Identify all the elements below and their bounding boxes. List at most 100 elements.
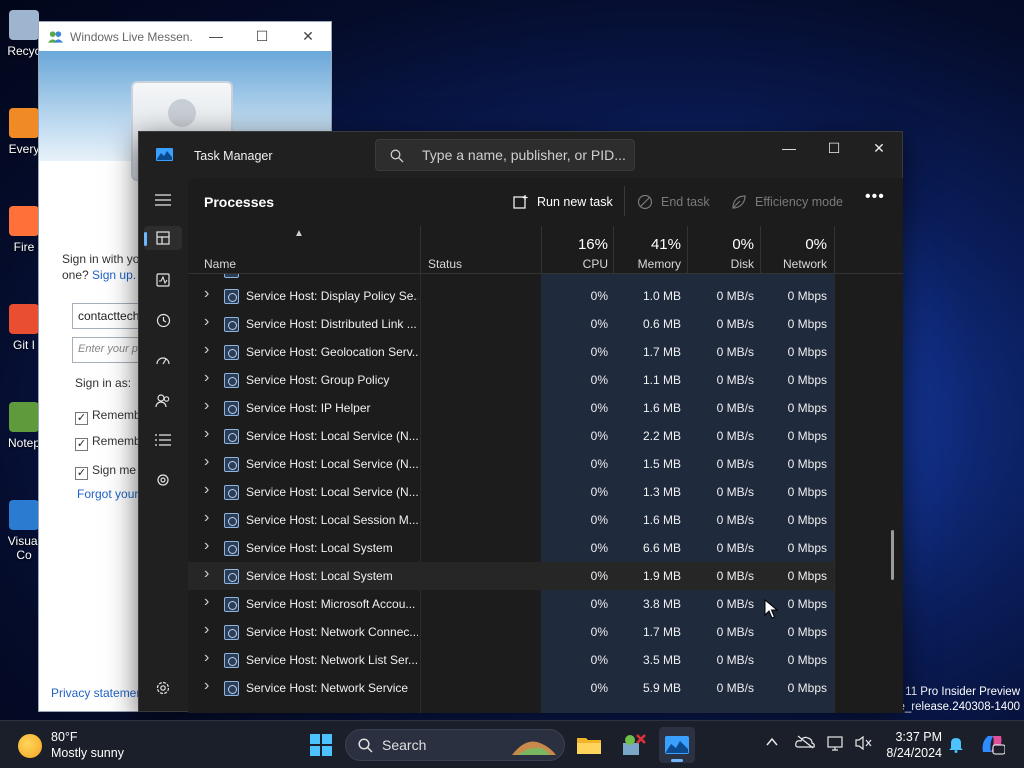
column-status[interactable]: Status — [428, 257, 462, 271]
table-row[interactable]: › Service Host: Distributed Link ... 0% 0.6… — [188, 310, 834, 338]
column-network[interactable]: Network — [760, 257, 827, 271]
more-options-button[interactable]: ••• — [865, 188, 885, 206]
table-row[interactable]: › Service Host: Group Policy 0% 1.1 MB 0 MB/… — [188, 366, 834, 394]
performance-icon — [156, 273, 170, 287]
service-host-icon — [224, 401, 239, 416]
privacy-statement-link[interactable]: Privacy statemen — [51, 686, 139, 700]
process-disk: 0 MB/s — [716, 653, 754, 667]
expand-chevron-icon[interactable]: › — [204, 313, 214, 331]
volume-muted-icon — [855, 735, 872, 751]
weather-widget[interactable]: 80°F Mostly sunny — [18, 729, 124, 761]
expand-chevron-icon[interactable]: › — [204, 677, 214, 695]
copilot-button[interactable] — [979, 732, 1006, 760]
hamburger-menu-button[interactable] — [151, 188, 175, 212]
nav-services[interactable] — [151, 468, 175, 492]
table-row[interactable]: › Service Host: IP Helper 0% 1.6 MB 0 MB/s 0 … — [188, 394, 834, 422]
table-row[interactable]: › Service Host: Local Session M... 0% 1.6 M… — [188, 506, 834, 534]
process-network: 0 Mbps — [787, 625, 827, 639]
table-row[interactable]: › Service Host: Network List Ser... 0% 3.5 … — [188, 646, 834, 674]
service-host-icon — [224, 681, 239, 696]
close-button[interactable]: ✕ — [856, 134, 902, 162]
onedrive-button[interactable] — [795, 735, 815, 753]
search-placeholder: Type a name, publisher, or PID... — [422, 147, 626, 163]
checkbox-checked-icon: ✓ — [75, 412, 88, 425]
table-row[interactable]: › Service Host: Local System 0% 1.9 MB 0 MB/… — [188, 562, 834, 590]
minimize-button[interactable]: — — [766, 134, 812, 162]
expand-chevron-icon[interactable]: › — [204, 425, 214, 443]
messenger-titlebar[interactable]: Windows Live Messen... — ☐ ✕ — [39, 22, 331, 51]
process-memory: 1.1 MB — [642, 373, 681, 387]
table-row[interactable]: › Service Host: Local Service (N... 0% 1.3 … — [188, 478, 834, 506]
table-row[interactable]: › Service Host: Microsoft Accou... 0% 3.8 M… — [188, 590, 834, 618]
nav-processes[interactable] — [144, 226, 182, 250]
task-manager-taskbar-button[interactable] — [659, 727, 695, 763]
task-manager-logo-icon — [156, 148, 173, 161]
display-button[interactable] — [827, 735, 845, 755]
scrollbar-thumb[interactable] — [891, 530, 894, 580]
maximize-button[interactable]: ☐ — [811, 134, 857, 162]
clock[interactable]: 3:37 PM 8/24/2024 — [884, 729, 942, 761]
expand-chevron-icon[interactable]: › — [204, 481, 214, 499]
expand-chevron-icon[interactable]: › — [204, 649, 214, 667]
column-memory[interactable]: Memory — [613, 257, 681, 271]
process-cpu: 0% — [590, 401, 608, 415]
start-button[interactable] — [303, 727, 339, 763]
expand-chevron-icon[interactable]: › — [204, 397, 214, 415]
table-row[interactable]: › Service Host: Network Connec... 0% 1.7 MB… — [188, 618, 834, 646]
remember-password-checkbox[interactable]: ✓ Rememb — [75, 434, 141, 451]
processes-icon — [156, 231, 170, 245]
expand-chevron-icon[interactable]: › — [204, 285, 214, 303]
run-new-task-button[interactable]: Run new task — [513, 194, 613, 210]
column-name[interactable]: Name — [204, 257, 236, 271]
efficiency-mode-label: Efficiency mode — [755, 195, 844, 209]
process-memory: 6.6 MB — [642, 541, 681, 555]
expand-chevron-icon[interactable]: › — [204, 537, 214, 555]
table-row[interactable]: › Service Host: Display Policy Se... 0% 1.0… — [188, 282, 834, 310]
sign-me-in-checkbox[interactable]: ✓ Sign me — [75, 463, 141, 480]
volume-button[interactable] — [855, 735, 873, 755]
column-disk[interactable]: Disk — [687, 257, 754, 271]
expand-chevron-icon[interactable]: › — [204, 621, 214, 639]
table-row[interactable]: › Service Host: Network Service 0% 5.9 MB 0 … — [188, 674, 834, 702]
file-explorer-button[interactable] — [571, 727, 607, 763]
show-hidden-icons-button[interactable] — [765, 735, 779, 753]
process-network: 0 Mbps — [787, 485, 827, 499]
messenger-close-button[interactable]: ✕ — [285, 28, 331, 45]
expand-chevron-icon[interactable]: › — [204, 509, 214, 527]
remember-me-checkbox[interactable]: ✓ Rememb — [75, 408, 141, 425]
task-manager-titlebar[interactable]: Task Manager Type a name, publisher, or … — [139, 132, 902, 178]
copilot-icon — [982, 736, 1006, 755]
column-headers: ▲ Name Status 16% CPU 41% Memory 0% Disk… — [188, 226, 903, 274]
table-row[interactable]: › Service Host: Local Service (N... 0% 2.2 … — [188, 422, 834, 450]
expand-chevron-icon[interactable]: › — [204, 593, 214, 611]
table-row[interactable]: › Service Host: Geolocation Serv... 0% 1.7 … — [188, 338, 834, 366]
expand-chevron-icon[interactable]: › — [204, 341, 214, 359]
messenger-maximize-button[interactable]: ☐ — [239, 28, 285, 45]
nav-details[interactable] — [151, 428, 175, 452]
notifications-button[interactable] — [948, 735, 964, 757]
table-row[interactable]: › Service Host: Local System 0% 6.6 MB 0 MB/… — [188, 534, 834, 562]
column-cpu[interactable]: CPU — [541, 257, 608, 271]
task-manager-window[interactable]: Task Manager Type a name, publisher, or … — [138, 131, 903, 713]
nav-performance[interactable] — [151, 268, 175, 292]
nav-app-history[interactable] — [151, 308, 175, 332]
search-input[interactable]: Type a name, publisher, or PID... — [375, 139, 635, 171]
nav-startup-apps[interactable] — [151, 348, 175, 372]
table-row[interactable]: › Service Host: Local Service (N... 0% 1.5 … — [188, 450, 834, 478]
expand-chevron-icon[interactable]: › — [204, 565, 214, 583]
nav-users[interactable] — [151, 388, 175, 412]
taskbar-search[interactable]: Search — [345, 729, 565, 761]
expand-chevron-icon[interactable]: › — [204, 453, 214, 471]
service-host-icon — [224, 597, 239, 612]
taskbar-search-label: Search — [382, 737, 427, 753]
signup-link[interactable]: Sign up. — [92, 268, 136, 282]
signin-prompt: Sign in with yo one? Sign up. — [62, 251, 142, 283]
nav-settings[interactable] — [151, 676, 175, 700]
efficiency-mode-button[interactable]: Efficiency mode — [731, 194, 843, 210]
messenger-minimize-button[interactable]: — — [193, 28, 239, 45]
expand-chevron-icon[interactable]: › — [204, 369, 214, 387]
forgot-password-link[interactable]: Forgot your — [77, 487, 143, 501]
end-task-button[interactable]: End task — [637, 194, 710, 210]
pinned-app-button[interactable] — [616, 727, 652, 763]
process-disk: 0 MB/s — [716, 373, 754, 387]
